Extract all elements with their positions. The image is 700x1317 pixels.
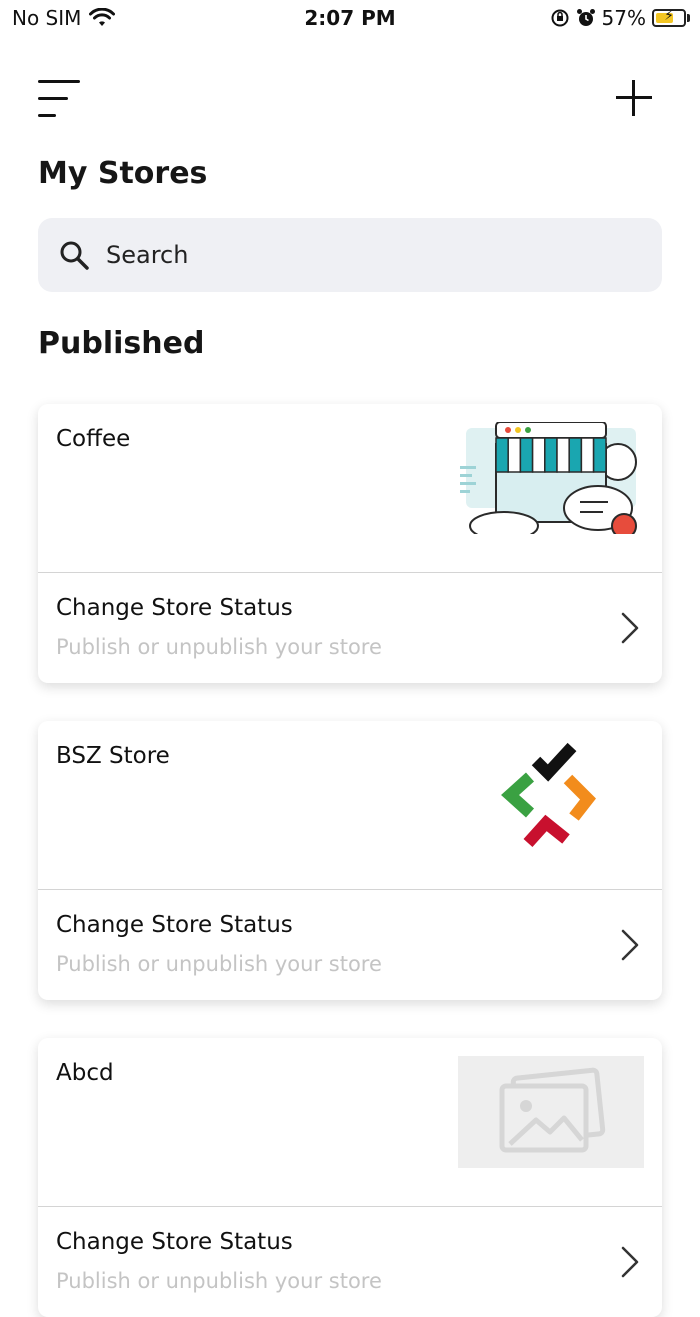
chevron-right-icon bbox=[621, 929, 639, 961]
battery-tip bbox=[687, 14, 690, 22]
search-icon bbox=[60, 241, 89, 270]
battery-icon: ⚡ bbox=[652, 8, 686, 27]
store-header[interactable]: Abcd bbox=[38, 1038, 662, 1207]
menu-icon[interactable] bbox=[38, 80, 82, 120]
change-status-subtitle: Publish or unpublish your store bbox=[56, 952, 382, 976]
page-title: My Stores bbox=[38, 156, 208, 191]
store-name: Abcd bbox=[56, 1060, 114, 1086]
change-status-row[interactable]: Change Store Status Publish or unpublish… bbox=[38, 573, 662, 683]
storefront-illustration bbox=[458, 422, 644, 534]
store-name: BSZ Store bbox=[56, 743, 170, 769]
store-card: BSZ Store Change Store Status Publish or… bbox=[38, 721, 662, 1000]
alarm-icon bbox=[576, 9, 595, 26]
store-header[interactable]: Coffee bbox=[38, 404, 662, 573]
change-status-subtitle: Publish or unpublish your store bbox=[56, 635, 382, 659]
change-status-title: Change Store Status bbox=[56, 912, 293, 938]
change-status-title: Change Store Status bbox=[56, 1229, 293, 1255]
search-bar[interactable] bbox=[38, 218, 662, 292]
search-input[interactable] bbox=[104, 240, 648, 270]
battery-percent: 57% bbox=[601, 6, 646, 30]
change-status-row[interactable]: Change Store Status Publish or unpublish… bbox=[38, 1207, 662, 1317]
section-title: Published bbox=[38, 326, 205, 361]
status-right: 57% ⚡ bbox=[550, 6, 690, 30]
change-status-title: Change Store Status bbox=[56, 595, 293, 621]
plus-icon[interactable] bbox=[614, 78, 654, 118]
store-card: Abcd Change Store Status Publish or unpu… bbox=[38, 1038, 662, 1317]
chevron-right-icon bbox=[621, 1246, 639, 1278]
change-status-subtitle: Publish or unpublish your store bbox=[56, 1269, 382, 1293]
store-name: Coffee bbox=[56, 426, 131, 452]
store-header[interactable]: BSZ Store bbox=[38, 721, 662, 890]
change-status-row[interactable]: Change Store Status Publish or unpublish… bbox=[38, 890, 662, 1000]
arrows-logo bbox=[458, 739, 644, 851]
image-placeholder-icon bbox=[458, 1056, 644, 1168]
status-bar: No SIM 2:07 PM 57% ⚡ bbox=[0, 0, 700, 40]
orientation-lock-icon bbox=[551, 9, 569, 27]
chevron-right-icon bbox=[621, 612, 639, 644]
store-card: Coffee Change Store Status Publish or un… bbox=[38, 404, 662, 683]
